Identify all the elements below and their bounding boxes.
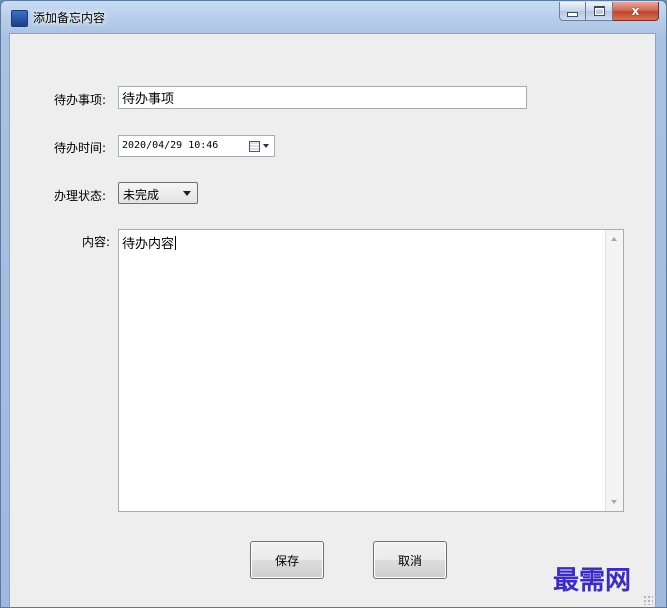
calendar-icon (249, 140, 260, 152)
scroll-up-icon[interactable] (611, 237, 617, 241)
minimize-button[interactable] (559, 2, 586, 21)
maximize-button[interactable] (586, 2, 613, 21)
save-button[interactable]: 保存 (250, 541, 324, 579)
content-text: 待办内容 (122, 236, 177, 252)
status-label: 办理状态: (54, 189, 107, 203)
content-textarea[interactable]: 待办内容 (118, 229, 624, 512)
content-scrollbar[interactable] (605, 230, 623, 511)
app-icon (11, 10, 28, 27)
dialog-window: 添加备忘内容 x 待办事项: 待办时间: 2020/04/29 10:46 (0, 0, 667, 608)
status-select[interactable]: 未完成 (118, 182, 198, 204)
maximize-icon (593, 6, 605, 16)
todo-time-value: 2020/04/29 10:46 (122, 140, 219, 151)
status-selected-value: 未完成 (123, 188, 160, 202)
caption-buttons: x (559, 2, 659, 21)
dialog-client-area: 待办事项: 待办时间: 2020/04/29 10:46 办理状态: 未完成 内… (9, 33, 656, 607)
dropdown-arrow-icon (263, 144, 269, 148)
watermark: 最需网 (553, 566, 632, 596)
window-title: 添加备忘内容 (33, 11, 106, 25)
close-button[interactable]: x (613, 2, 659, 21)
calendar-dropdown-button[interactable] (249, 139, 271, 153)
chevron-down-icon (183, 191, 191, 196)
close-icon: x (631, 4, 640, 18)
todo-item-label: 待办事项: (54, 93, 107, 107)
todo-item-input[interactable] (118, 86, 527, 109)
todo-time-picker[interactable]: 2020/04/29 10:46 (118, 135, 275, 157)
title-bar[interactable]: 添加备忘内容 x (1, 1, 666, 33)
minimize-icon (567, 11, 578, 17)
scroll-down-icon[interactable] (611, 500, 617, 504)
content-label: 内容: (82, 235, 111, 249)
cancel-button[interactable]: 取消 (373, 541, 447, 579)
todo-time-label: 待办时间: (54, 141, 107, 155)
resize-grip-icon[interactable] (643, 595, 653, 605)
